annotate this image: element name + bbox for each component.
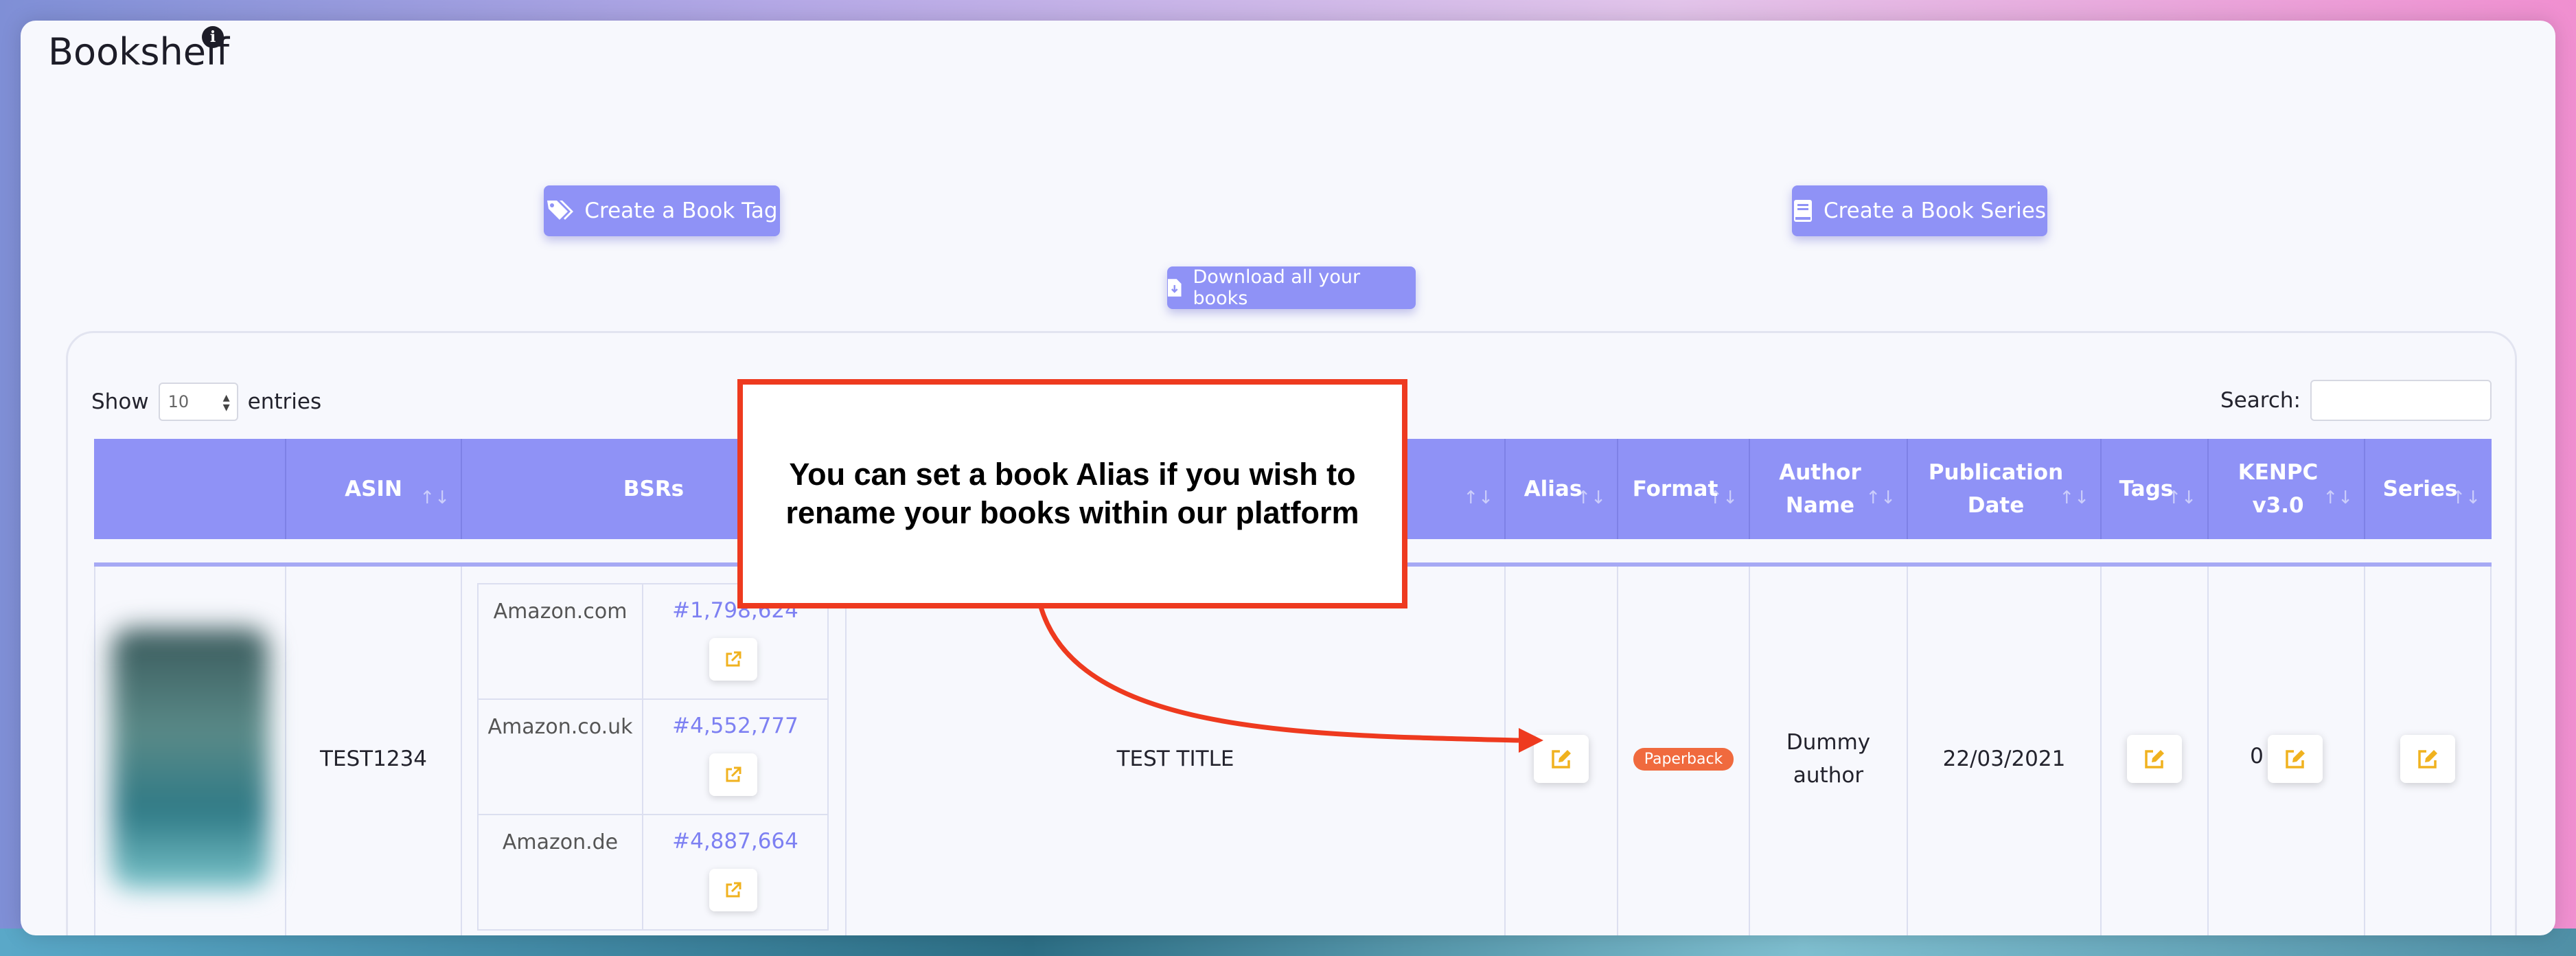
alias-callout: You can set a book Alias if you wish to … (737, 379, 1407, 608)
bookshelf-window: Bookshelf i Create a Book Tag Create a B… (21, 21, 2555, 935)
callout-text: You can set a book Alias if you wish to … (785, 457, 1359, 530)
